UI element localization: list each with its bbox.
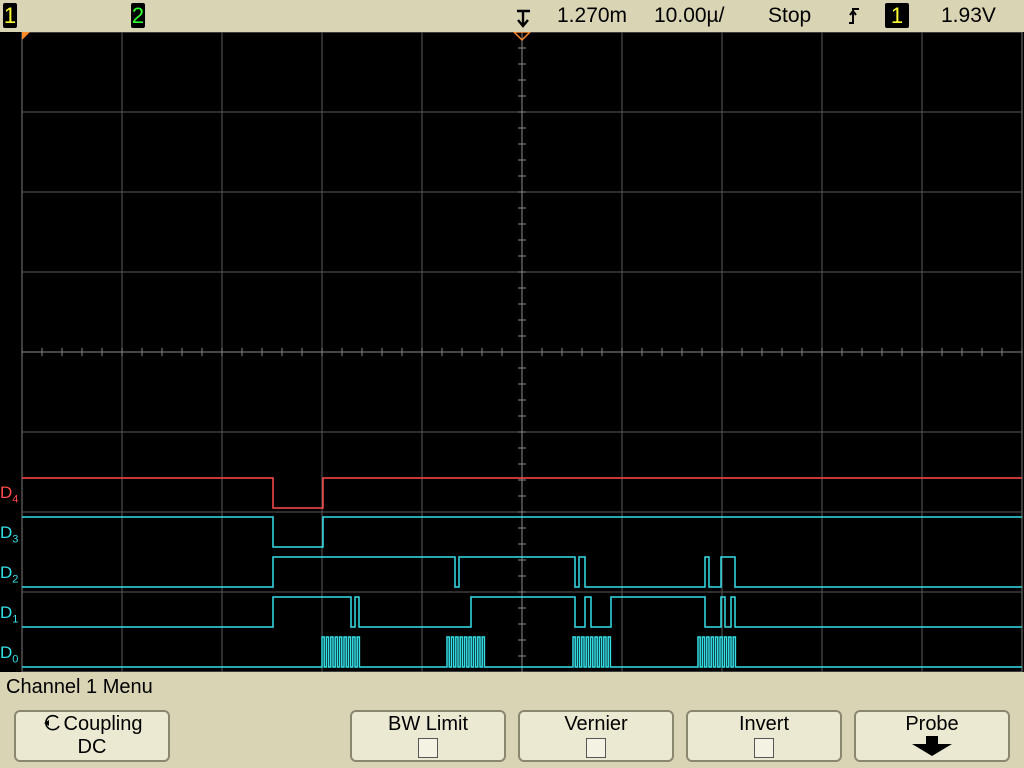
d2-label: D2 — [0, 563, 19, 586]
channel-1-indicator[interactable]: 1 — [3, 3, 17, 28]
d0-label: D0 — [0, 643, 19, 666]
coupling-label: Coupling — [63, 713, 143, 735]
left-marker-icon — [22, 32, 30, 40]
waveform-display: D4 D3 D2 D1 D0 — [0, 32, 1024, 672]
coupling-value: DC — [77, 736, 107, 758]
d1-label: D1 — [0, 603, 19, 626]
invert-checkbox[interactable] — [754, 738, 774, 758]
probe-label: Probe — [905, 713, 959, 735]
bw-limit-label: BW Limit — [388, 713, 468, 735]
trigger-level: 1.93V — [941, 4, 996, 27]
rotate-selector-icon — [43, 714, 60, 731]
vernier-label: Vernier — [564, 713, 628, 735]
rising-edge-icon — [849, 8, 859, 24]
menu-title: Channel 1 Menu — [6, 676, 153, 698]
trigger-source-indicator[interactable]: 1 — [885, 3, 909, 28]
horizontal-position: 1.270m — [557, 4, 628, 27]
invert-softkey[interactable]: Invert — [686, 710, 842, 762]
d4-label: D4 — [0, 483, 19, 506]
bw-limit-softkey[interactable]: BW Limit — [350, 710, 506, 762]
vernier-softkey[interactable]: Vernier — [518, 710, 674, 762]
d3-label: D3 — [0, 523, 19, 546]
channel-2-indicator[interactable]: 2 — [131, 3, 145, 28]
arrow-down-icon — [912, 736, 952, 756]
trigger-position-icon — [517, 9, 530, 28]
status-bar: 1 2 1.270m 10.00µ/ Stop 1 1.93V — [0, 0, 1024, 32]
softkey-menu: Channel 1 Menu Coupling DC BW Limit Vern… — [0, 672, 1024, 768]
probe-softkey[interactable]: Probe — [854, 710, 1010, 762]
graticule — [21, 32, 1023, 672]
invert-label: Invert — [738, 713, 790, 735]
time-per-division: 10.00µ/ — [654, 4, 725, 27]
vernier-checkbox[interactable] — [586, 738, 606, 758]
bw-limit-checkbox[interactable] — [418, 738, 438, 758]
coupling-softkey[interactable]: Coupling DC — [14, 710, 170, 762]
run-state: Stop — [768, 4, 812, 27]
